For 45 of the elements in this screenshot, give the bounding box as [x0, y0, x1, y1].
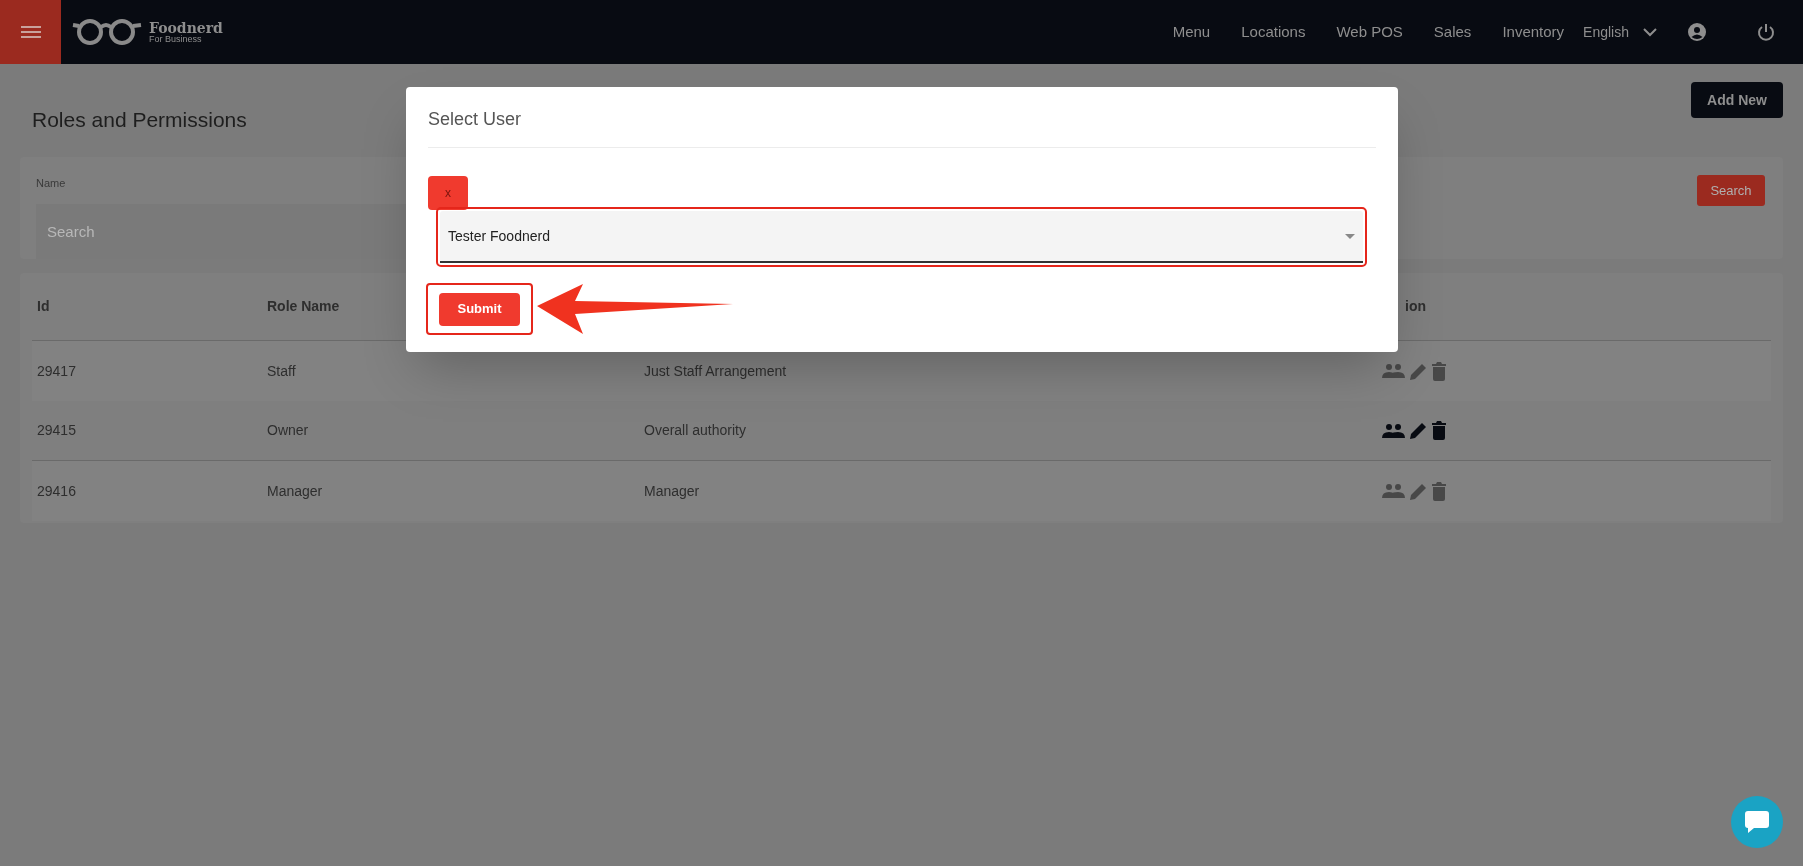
user-icon[interactable] — [1688, 23, 1706, 41]
table-cell-text: Owner — [267, 421, 310, 440]
user-select[interactable]: Tester Foodnerd — [440, 211, 1363, 263]
column-header: Role Name — [267, 297, 340, 316]
table-cell-text: Just Staff Arrangement — [643, 361, 788, 381]
chat-bubble-icon — [1745, 811, 1769, 833]
trash-icon[interactable] — [1432, 421, 1446, 440]
trash-icon[interactable] — [1432, 361, 1446, 381]
search-button[interactable]: Search — [1697, 175, 1765, 206]
table-cell-text: 29416 — [36, 481, 77, 501]
menu-icon — [20, 24, 41, 40]
table-cell-text: Manager — [643, 481, 701, 501]
table-cell-text: 29417 — [36, 361, 77, 381]
modal-title: Select User — [428, 108, 522, 131]
column-header: ion — [1405, 297, 1426, 316]
table-cell-text: Staff — [267, 361, 297, 381]
power-icon[interactable] — [1757, 23, 1775, 41]
nav-link[interactable]: Sales — [1433, 20, 1472, 44]
column-header: Id — [36, 297, 51, 316]
page-title: Roles and Permissions — [32, 107, 247, 133]
people-icon[interactable] — [1382, 422, 1405, 439]
brand-tagline: For Business — [149, 34, 203, 44]
people-icon[interactable] — [1382, 363, 1405, 379]
dropdown-caret-icon — [1345, 233, 1355, 239]
field-label: Name — [36, 176, 67, 191]
table-cell-text: Overall authority — [643, 421, 747, 440]
trash-icon[interactable] — [1432, 481, 1446, 501]
table-cell-text: 29415 — [36, 421, 77, 440]
pencil-icon[interactable] — [1409, 361, 1428, 381]
nav-link[interactable]: Locations — [1241, 20, 1306, 44]
nav-link[interactable]: Menu — [1172, 20, 1211, 44]
people-icon[interactable] — [1382, 483, 1405, 499]
pencil-icon[interactable] — [1409, 481, 1428, 501]
menu-button[interactable] — [0, 0, 61, 64]
add-new-button[interactable]: Add New — [1691, 82, 1783, 118]
pencil-icon[interactable] — [1409, 421, 1428, 440]
chat-button[interactable] — [1731, 796, 1783, 848]
brand-name: Foodnerd — [149, 20, 223, 35]
chevron-down-icon — [1643, 27, 1657, 37]
glasses-icon — [71, 17, 143, 47]
nav-link[interactable]: Inventory — [1502, 20, 1565, 44]
language-dropdown[interactable]: English — [1583, 21, 1657, 43]
table-cell-text: Manager — [267, 481, 324, 501]
submit-button[interactable]: Submit — [439, 292, 520, 326]
nav-link[interactable]: Web POS — [1336, 20, 1403, 44]
